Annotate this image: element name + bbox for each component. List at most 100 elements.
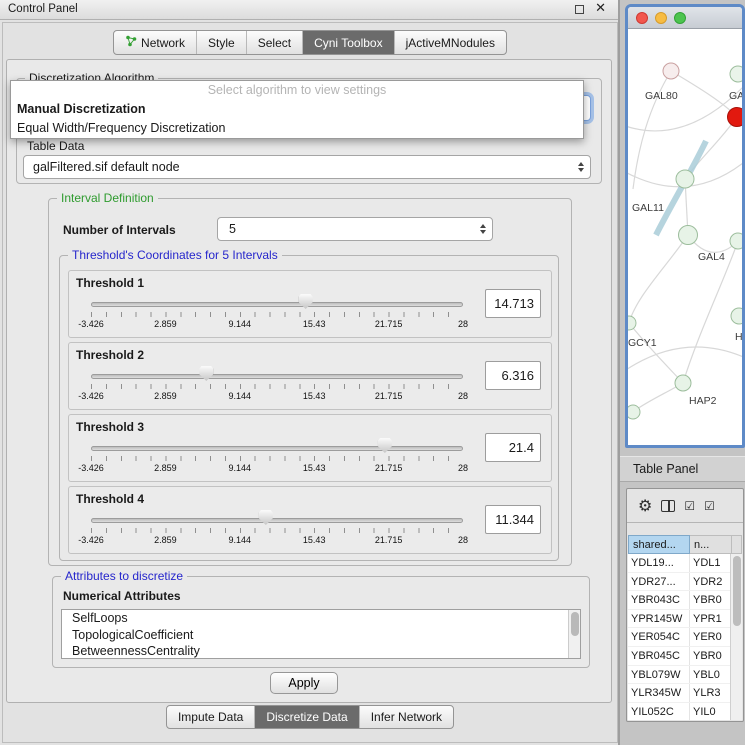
table-data-combobox[interactable]: galFiltered.sif default node [23,155,591,179]
cell-name: YDR2 [690,573,730,591]
table-row[interactable]: YIL052CYIL0 [628,703,732,720]
dropdown-placeholder-item[interactable]: Select algorithm to view settings [11,81,583,100]
number-of-intervals-combobox[interactable]: 5 [217,217,493,241]
tab-impute-data[interactable]: Impute Data [167,706,254,728]
tab-cyni-toolbox[interactable]: Cyni Toolbox [302,31,393,54]
tick-label: 15.43 [303,463,326,473]
slider-track[interactable] [91,446,463,451]
threshold-slider[interactable]: -3.4262.8599.14415.4321.71528 [91,487,463,553]
network-node[interactable] [730,233,742,249]
network-node[interactable] [676,170,694,188]
tick-label: -3.426 [78,319,104,329]
node-label: GAL4 [698,251,725,263]
network-node[interactable] [679,226,698,245]
table-row[interactable]: YBR045CYBR0 [628,647,732,666]
combo-stepper-icon [578,162,584,172]
threshold-block-4: Threshold 4-3.4262.8599.14415.4321.71528… [68,486,552,554]
tab-label: Infer Network [371,710,442,724]
tab-network[interactable]: Network [114,31,196,54]
slider-track[interactable] [91,302,463,307]
network-node[interactable] [628,316,636,330]
close-traffic-light-icon[interactable] [636,12,648,24]
gear-icon[interactable]: ⚙ [638,496,652,515]
attributes-scrollbar[interactable] [568,610,580,658]
select-all-checkbox-icon[interactable]: ☑ [684,499,695,513]
float-window-icon[interactable] [575,5,584,14]
numerical-attributes-list[interactable]: SelfLoopsTopologicalCoefficientBetweenne… [61,609,581,659]
network-nodes [628,63,742,419]
cell-name: YER0 [690,628,730,646]
tick-label: 28 [458,535,468,545]
tab-style[interactable]: Style [196,31,246,54]
cell-name: YLR3 [690,684,730,702]
attributes-group-title: Attributes to discretize [61,569,187,583]
highlighted-edge[interactable] [656,141,706,235]
slider-track[interactable] [91,518,463,523]
tick-label: 21.715 [375,319,403,329]
table-row[interactable]: YLR345WYLR3 [628,684,732,703]
tab-select[interactable]: Select [246,31,302,54]
network-graph: GAL80 GA GAL11 GAL4 GCY1 H HAP2 [628,29,742,445]
cell-shared-name: YIL052C [628,703,690,720]
network-canvas[interactable]: GAL80 GA GAL11 GAL4 GCY1 H HAP2 [628,29,742,445]
table-row[interactable]: YBL079WYBL0 [628,666,732,685]
scrollbar-thumb[interactable] [571,612,579,636]
cell-shared-name: YBR043C [628,591,690,609]
node-label: GAL80 [645,90,678,102]
threshold-slider[interactable]: -3.4262.8599.14415.4321.71528 [91,271,463,337]
table-row[interactable]: YPR145WYPR1 [628,610,732,629]
panel-title: Control Panel [8,3,78,15]
threshold-value-field[interactable]: 11.344 [485,505,541,534]
number-of-intervals-label: Number of Intervals [63,223,176,237]
select-columns-checkbox-icon[interactable]: ☑ [704,499,715,513]
table-row[interactable]: YDL19...YDL1 [628,554,732,573]
control-panel: Control Panel ✕ NetworkStyleSelectCyni T… [0,0,620,745]
tab-infer-network[interactable]: Infer Network [359,706,453,728]
table-scrollbar[interactable] [730,554,742,720]
zoom-traffic-light-icon[interactable] [674,12,686,24]
table-row[interactable]: YBR043CYBR0 [628,591,732,610]
close-icon[interactable]: ✕ [595,1,606,16]
columns-icon[interactable] [661,500,675,512]
tick-label: 28 [458,391,468,401]
tick-label: 9.144 [229,319,252,329]
network-view-window: GAL80 GA GAL11 GAL4 GCY1 H HAP2 [625,4,745,448]
column-header-name[interactable]: n... [690,535,732,554]
table-row[interactable]: YER054CYER0 [628,628,732,647]
network-node[interactable] [675,375,691,391]
attribute-list-item[interactable]: TopologicalCoefficient [62,627,580,644]
threshold-slider[interactable]: -3.4262.8599.14415.4321.71528 [91,343,463,409]
selected-node[interactable] [728,108,743,127]
threshold-value-field[interactable]: 6.316 [485,361,541,390]
scrollbar-thumb[interactable] [733,556,741,626]
minimize-traffic-light-icon[interactable] [655,12,667,24]
threshold-value-field[interactable]: 21.4 [485,433,541,462]
network-node[interactable] [730,66,742,82]
slider-track[interactable] [91,374,463,379]
column-header-shared-name[interactable]: shared... [628,535,690,554]
node-label: HAP2 [689,395,717,407]
tab-discretize-data[interactable]: Discretize Data [254,706,358,728]
network-window-titlebar[interactable] [628,7,742,29]
table-panel-title: Table Panel [633,462,698,476]
cell-shared-name: YBL079W [628,666,690,684]
threshold-slider[interactable]: -3.4262.8599.14415.4321.71528 [91,415,463,481]
tab-jactivemnodules[interactable]: jActiveMNodules [394,31,506,54]
table-row[interactable]: YDR27...YDR2 [628,573,732,592]
network-node[interactable] [628,405,640,419]
dropdown-option-manual-discretization[interactable]: Manual Discretization [11,100,583,119]
tick-label: 9.144 [229,535,252,545]
interval-definition-title: Interval Definition [57,191,158,205]
table-panel-header: Table Panel [620,456,745,482]
threshold-value-field[interactable]: 14.713 [485,289,541,318]
algorithm-dropdown-list: Select algorithm to view settings Manual… [10,80,584,139]
network-node[interactable] [731,308,742,324]
control-panel-body: NetworkStyleSelectCyni ToolboxjActiveMNo… [2,22,618,743]
attribute-list-item[interactable]: BetweennessCentrality [62,643,580,659]
network-node[interactable] [663,63,679,79]
attribute-list-item[interactable]: SelfLoops [62,610,580,627]
control-panel-titlebar: Control Panel ✕ [0,0,618,20]
apply-button[interactable]: Apply [270,672,338,694]
tick-label: 21.715 [375,535,403,545]
dropdown-option-equal-width-frequency[interactable]: Equal Width/Frequency Discretization [11,119,583,138]
